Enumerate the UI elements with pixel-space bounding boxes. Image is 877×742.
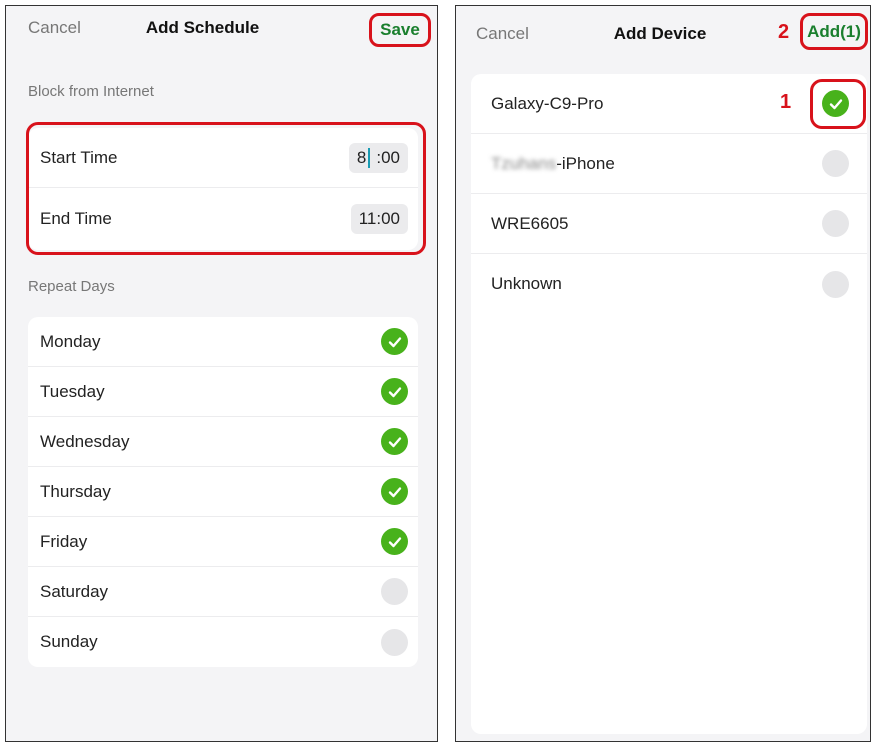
device-name-redacted: Tzuhans [491,153,557,173]
device-check-highlight-box [810,79,866,129]
device-label: WRE6605 [491,214,568,234]
unchecked-circle-icon[interactable] [381,628,408,656]
page-title: Add Schedule [145,18,260,37]
device-row[interactable]: Galaxy-C9-Pro [471,74,867,134]
day-label: Sunday [40,632,98,651]
repeat-section-label: Repeat Days [28,278,115,295]
day-row-tuesday[interactable]: Tuesday [28,367,418,417]
unchecked-circle-icon[interactable] [381,578,408,605]
device-list: Galaxy-C9-Pro Tzuhans-iPhone WRE6605 Unknow… [471,74,867,734]
day-label: Wednesday [40,431,130,451]
time-highlight-box [26,122,426,255]
annotation-step-1: 1 [780,91,792,113]
day-row-wednesday[interactable]: Wednesday [28,417,418,467]
day-label: Monday [40,331,101,351]
device-row[interactable]: WRE6605 [471,194,867,254]
day-label: Saturday [40,581,109,601]
unchecked-circle-icon[interactable] [822,150,849,177]
checkmark-icon[interactable] [381,528,408,555]
day-row-saturday[interactable]: Saturday [28,567,418,617]
add-device-screen: Cancel Add Device 2 Add(1) Galaxy-C9-Pro… [455,5,871,742]
device-label: Tzuhans-iPhone [491,154,615,174]
unchecked-circle-icon[interactable] [822,270,849,298]
day-label: Tuesday [40,381,105,401]
device-name: WRE6605 [491,213,569,233]
day-label: Friday [40,531,88,551]
device-label: Unknown [491,274,562,294]
device-name: Unknown [491,274,562,293]
save-button[interactable]: Save [369,13,431,47]
unchecked-circle-icon[interactable] [822,210,849,237]
add-schedule-screen: Cancel Add Schedule Save Block from Inte… [5,5,438,742]
nav-bar: Cancel Add Device 2 Add(1) [456,6,870,61]
days-card: Monday Tuesday Wednesday Thursday Friday Satu… [28,317,418,667]
day-row-monday[interactable]: Monday [28,317,418,367]
checkmark-icon[interactable] [381,378,408,405]
day-row-friday[interactable]: Friday [28,517,418,567]
day-row-sunday[interactable]: Sunday [28,617,418,667]
device-name: -iPhone [556,153,615,173]
day-row-thursday[interactable]: Thursday [28,467,418,517]
device-label: Galaxy-C9-Pro [491,94,603,114]
checkmark-icon[interactable] [381,478,408,505]
day-label: Thursday [40,481,111,501]
device-row[interactable]: Unknown [471,254,867,314]
device-row[interactable]: Tzuhans-iPhone [471,134,867,194]
checkmark-icon[interactable] [381,428,408,455]
add-button[interactable]: Add(1) [800,13,868,50]
nav-bar: Cancel Add Schedule Save [6,6,437,61]
annotation-step-2: 2 [778,21,790,43]
device-name: Galaxy-C9-Pro [491,93,604,113]
block-section-label: Block from Internet [28,83,154,100]
checkmark-icon[interactable] [381,328,408,355]
